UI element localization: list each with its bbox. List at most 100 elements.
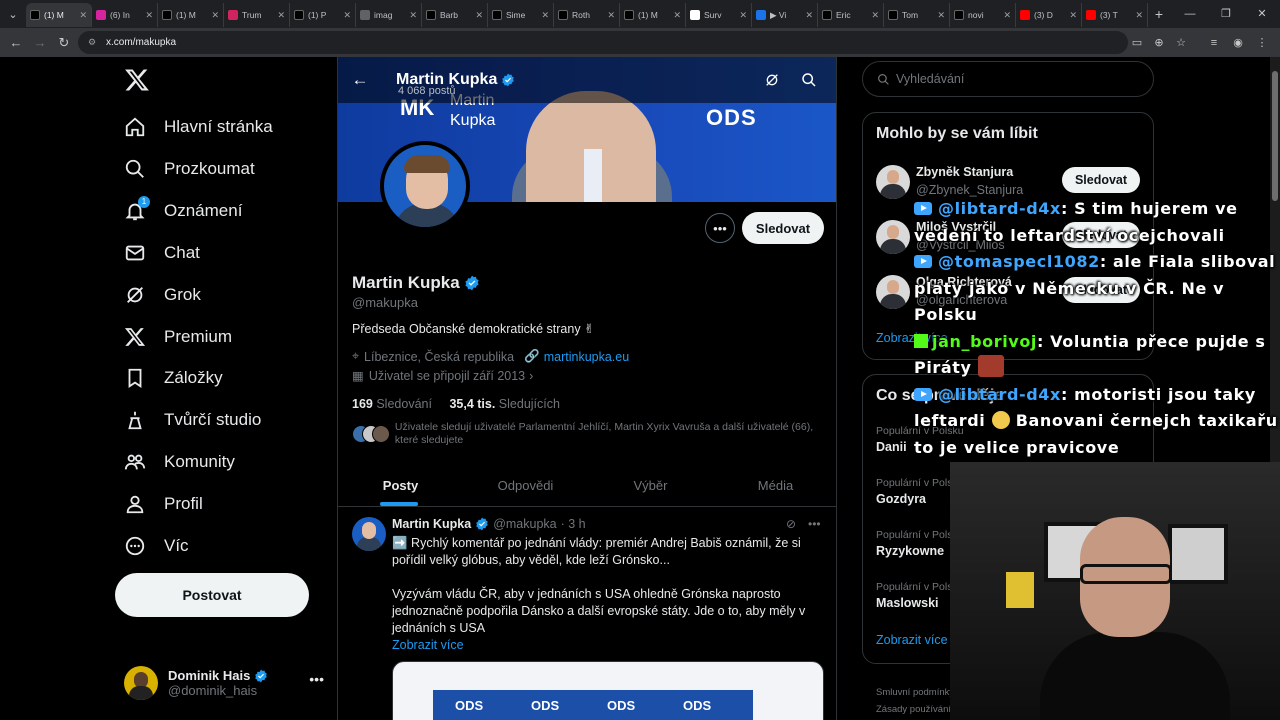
nav-item-communities[interactable]: Komunity xyxy=(122,442,235,482)
suggestion-follow-button[interactable]: Sledovat xyxy=(1062,167,1140,193)
followers-link[interactable]: 35,4 tis. Sledujících xyxy=(449,397,560,411)
more-dots-icon[interactable]: ••• xyxy=(309,671,324,687)
nav-item-more-circle[interactable]: Víc xyxy=(122,526,189,566)
account-switcher[interactable]: Dominik Hais @dominik_hais ••• xyxy=(124,663,324,703)
browser-tab[interactable]: Tom ✕ xyxy=(884,3,950,27)
address-bar[interactable]: ⚙ x.com/makupka xyxy=(78,31,1128,54)
tab-close-icon[interactable]: ✕ xyxy=(937,10,945,21)
trends-more[interactable]: Zobrazit více xyxy=(876,633,948,647)
browser-tab[interactable]: ▶ Vi ✕ xyxy=(752,3,818,27)
tab-close-icon[interactable]: ✕ xyxy=(607,10,615,21)
tab-2[interactable]: Výběr xyxy=(588,465,713,506)
tweet-more-icon[interactable]: ••• xyxy=(808,517,821,531)
x-logo-icon[interactable] xyxy=(124,67,150,93)
browser-tab[interactable]: (6) In ✕ xyxy=(92,3,158,27)
x-logo xyxy=(822,10,832,20)
suggestion-name[interactable]: Zbyněk Stanjura xyxy=(916,165,1013,179)
tab-title: (1) P xyxy=(308,10,327,20)
bookmark-star-icon[interactable]: ☆ xyxy=(1170,36,1192,49)
tab-close-icon[interactable]: ✕ xyxy=(871,10,879,21)
nav-item-bell[interactable]: 1 Oznámení xyxy=(122,191,242,231)
post-button[interactable]: Postovat xyxy=(115,573,309,617)
tab-close-icon[interactable]: ✕ xyxy=(475,10,483,21)
tab-0[interactable]: Posty xyxy=(338,465,463,506)
back-icon[interactable]: ← xyxy=(4,35,28,50)
nav-item-home[interactable]: Hlavní stránka xyxy=(122,107,273,147)
browser-tab[interactable]: Surv ✕ xyxy=(686,3,752,27)
tab-close-icon[interactable]: ✕ xyxy=(277,10,285,21)
tab-close-icon[interactable]: ✕ xyxy=(1069,10,1077,21)
browser-tab[interactable]: Roth ✕ xyxy=(554,3,620,27)
nav-item-search[interactable]: Prozkoumat xyxy=(122,149,255,189)
browser-tab[interactable]: (1) P ✕ xyxy=(290,3,356,27)
browser-tab[interactable]: (1) M ✕ xyxy=(158,3,224,27)
forward-icon[interactable]: → xyxy=(28,35,52,50)
profile-joined[interactable]: ▦ Uživatel se připojil září 2013 › xyxy=(352,368,533,384)
minimize-icon[interactable]: — xyxy=(1172,0,1208,28)
browser-tab[interactable]: (1) M ✕ xyxy=(620,3,686,27)
scrollbar-thumb[interactable] xyxy=(1272,71,1278,201)
tab-close-icon[interactable]: ✕ xyxy=(409,10,417,21)
profile-avatar-icon[interactable]: ◉ xyxy=(1226,36,1250,49)
tweet-image[interactable]: ODS ODS ODS ODS xyxy=(392,661,824,720)
tweet-avatar[interactable] xyxy=(352,517,386,551)
tab-close-icon[interactable]: ✕ xyxy=(739,10,747,21)
tab-close-icon[interactable]: ✕ xyxy=(1003,10,1011,21)
tab-close-icon[interactable]: ✕ xyxy=(145,10,153,21)
search-input[interactable]: Vyhledávání xyxy=(862,61,1154,97)
tab-close-icon[interactable]: ✕ xyxy=(79,10,87,21)
browser-tab[interactable]: (3) D ✕ xyxy=(1016,3,1082,27)
maximize-icon[interactable]: ❐ xyxy=(1208,0,1244,28)
nav-item-creator-studio[interactable]: Tvůrčí studio xyxy=(122,400,261,440)
footer-usage[interactable]: Zásady používání xyxy=(876,700,954,720)
nav-item-x-premium[interactable]: Premium xyxy=(122,317,232,357)
tab-close-icon[interactable]: ✕ xyxy=(541,10,549,21)
reading-list-icon[interactable]: ≡ xyxy=(1202,37,1226,49)
new-tab-button[interactable]: + xyxy=(1148,6,1170,22)
profile-avatar[interactable] xyxy=(380,141,470,231)
tab-close-icon[interactable]: ✕ xyxy=(211,10,219,21)
tab-close-icon[interactable]: ✕ xyxy=(805,10,813,21)
reload-icon[interactable]: ↻ xyxy=(52,35,76,51)
suggestion-avatar[interactable] xyxy=(876,275,910,309)
tweet[interactable]: Martin Kupka @makupka · 3 h ⊘ ••• ➡️ Ryc… xyxy=(338,509,836,720)
tab-1[interactable]: Odpovědi xyxy=(463,465,588,506)
mutual-followers[interactable]: Uživatele sledují uživatelé Parlamentní … xyxy=(352,421,822,451)
tweet-author[interactable]: Martin Kupka xyxy=(392,517,471,531)
search-icon[interactable] xyxy=(798,69,820,91)
close-window-icon[interactable]: ✕ xyxy=(1244,0,1280,28)
browser-tab[interactable]: novi ✕ xyxy=(950,3,1016,27)
nav-item-profile[interactable]: Profil xyxy=(122,484,203,524)
browser-tab[interactable]: Sime ✕ xyxy=(488,3,554,27)
browser-menu-icon[interactable]: ⋮ xyxy=(1250,36,1274,49)
grok-icon[interactable] xyxy=(761,69,783,91)
tab-close-icon[interactable]: ✕ xyxy=(343,10,351,21)
site-info-icon[interactable]: ⚙ xyxy=(88,37,100,49)
tweet-handle[interactable]: @makupka xyxy=(493,517,556,531)
browser-tab[interactable]: Trum ✕ xyxy=(224,3,290,27)
profile-website[interactable]: martinkupka.eu xyxy=(544,350,629,364)
suggestion-avatar[interactable] xyxy=(876,165,910,199)
profile-more-icon[interactable]: ••• xyxy=(705,213,735,243)
browser-tab[interactable]: (1) M ✕ xyxy=(26,3,92,27)
tab-close-icon[interactable]: ✕ xyxy=(673,10,681,21)
back-arrow-icon[interactable]: ← xyxy=(338,70,382,90)
browser-tab[interactable]: (3) T ✕ xyxy=(1082,3,1148,27)
browser-tab[interactable]: Eric ✕ xyxy=(818,3,884,27)
follow-button[interactable]: Sledovat xyxy=(742,212,824,244)
browser-tab[interactable]: imag ✕ xyxy=(356,3,422,27)
nav-item-bookmark[interactable]: Záložky xyxy=(122,358,223,398)
zoom-icon[interactable]: ⊕ xyxy=(1148,36,1170,49)
following-link[interactable]: 169 Sledování xyxy=(352,397,432,411)
tab-3[interactable]: Média xyxy=(713,465,836,506)
grok-icon[interactable]: ⊘ xyxy=(786,517,796,531)
browser-tab[interactable]: Barb ✕ xyxy=(422,3,488,27)
tab-search-icon[interactable]: ⌄ xyxy=(0,0,26,28)
nav-item-grok[interactable]: Grok xyxy=(122,275,201,315)
suggestion-avatar[interactable] xyxy=(876,220,910,254)
tweet-show-more[interactable]: Zobrazit více xyxy=(392,637,824,654)
cast-icon[interactable]: ▭ xyxy=(1126,36,1148,49)
tab-close-icon[interactable]: ✕ xyxy=(1135,10,1143,21)
nav-item-mail[interactable]: Chat xyxy=(122,233,200,273)
tweet-time[interactable]: · 3 h xyxy=(561,517,586,531)
